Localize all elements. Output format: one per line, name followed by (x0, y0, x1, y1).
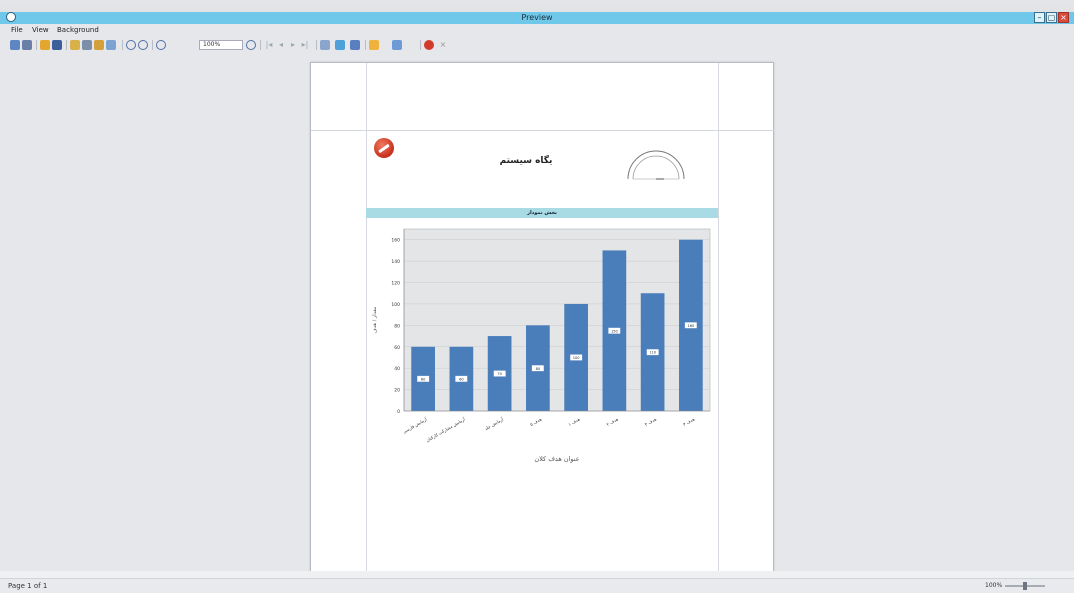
y-tick-label: 100 (391, 302, 400, 308)
horizontal-scrollbar[interactable] (0, 571, 1074, 578)
close-button[interactable]: × (1058, 12, 1069, 23)
folder-icon[interactable] (40, 40, 50, 50)
x-tick-label: آزمایش فارسی (402, 416, 428, 434)
toolbar-separator (122, 40, 123, 50)
y-tick-label: 80 (394, 323, 400, 329)
x-axis-title: عنوان هدف کلان (534, 455, 579, 463)
last-page-icon[interactable]: ▸| (300, 40, 310, 50)
disk-icon[interactable] (52, 40, 62, 50)
data-label: 110 (649, 351, 657, 355)
minimize-button[interactable]: – (1034, 12, 1045, 23)
report-title: یگاه سیستم (499, 156, 553, 166)
preview-window: Preview – ▢ × File View Background 100% … (0, 0, 1074, 593)
document-icon[interactable] (350, 40, 360, 50)
menu-file[interactable]: File (11, 25, 23, 35)
menu-background[interactable]: Background (57, 25, 99, 35)
zoom-combo[interactable]: 100% (199, 40, 243, 50)
toolbar-separator (152, 40, 153, 50)
gauge-icon (627, 150, 685, 180)
zoom-in-icon[interactable] (138, 40, 148, 50)
y-tick-label: 60 (394, 345, 400, 351)
open-icon[interactable] (10, 40, 20, 50)
y-axis-title: مقدار / هدف (372, 306, 378, 333)
x-tick-label: هدف ۴ (644, 417, 657, 428)
first-page-icon[interactable]: |◂ (264, 40, 274, 50)
maximize-button[interactable]: ▢ (1046, 12, 1057, 23)
next-page-icon[interactable]: ▸ (288, 40, 298, 50)
zoom-percent: 100% (985, 582, 1003, 589)
x-tick-label: هدف ۲ (606, 417, 619, 428)
data-label: 60 (459, 377, 464, 381)
menu-view[interactable]: View (32, 25, 49, 35)
print-icon[interactable] (70, 40, 80, 50)
window-title: Preview (521, 13, 553, 22)
data-label: 80 (536, 367, 541, 371)
header-guide (311, 130, 775, 131)
x-tick-label: آزمایش جلد (484, 416, 505, 431)
data-label: 60 (421, 377, 426, 381)
x-tick-label: هدف ۳ (682, 417, 695, 428)
toolbar-separator (66, 40, 67, 50)
zoom-out-icon[interactable] (156, 40, 166, 50)
send-icon[interactable] (106, 40, 116, 50)
toolbar-separator (365, 40, 366, 50)
toolbar-separator (260, 40, 261, 50)
title-bar: Preview – ▢ × (0, 0, 1074, 24)
page-indicator: Page 1 of 1 (8, 582, 48, 590)
watermark-icon[interactable] (335, 40, 345, 50)
x-tick-label: هدف ۵ (529, 417, 542, 428)
email-icon[interactable] (392, 40, 402, 50)
menu-bar: File View Background (0, 25, 1074, 35)
data-label: 150 (611, 329, 619, 333)
stop-icon[interactable] (424, 40, 434, 50)
toolbar: 100% |◂ ◂ ▸ ▸| × (0, 37, 1074, 53)
y-tick-label: 20 (394, 388, 400, 394)
page-setup-icon[interactable] (320, 40, 330, 50)
prev-page-icon[interactable]: ◂ (276, 40, 286, 50)
toolbar-separator (316, 40, 317, 50)
export-pdf-icon[interactable] (369, 40, 379, 50)
close-icon[interactable]: × (438, 40, 448, 50)
y-tick-label: 0 (397, 409, 400, 415)
y-tick-label: 140 (391, 259, 400, 265)
data-label: 160 (687, 324, 695, 328)
printer-icon[interactable] (82, 40, 92, 50)
status-bar: Page 1 of 1 100% (0, 578, 1074, 593)
y-tick-label: 120 (391, 281, 400, 287)
export-icon[interactable] (94, 40, 104, 50)
toolbar-separator (420, 40, 421, 50)
zoom-slider-thumb[interactable] (1023, 582, 1027, 590)
bar-chart: 0 20 40 60 80 100 120 140 160 60 آزمایش فارسی 60 آزم… (372, 228, 711, 463)
magnifier-icon[interactable] (246, 40, 256, 50)
data-label: 100 (573, 356, 581, 360)
x-tick-label: هدف ۱ (567, 417, 580, 428)
y-tick-label: 160 (391, 238, 400, 244)
toolbar-separator (36, 40, 37, 50)
refresh-icon[interactable] (126, 40, 136, 50)
report-page: یگاه سیستم بخش نمودار 0 20 40 60 80 100 120 140… (310, 62, 775, 578)
report-logo (374, 138, 394, 158)
section-header: بخش نمودار (366, 208, 718, 218)
margin-guide-right (718, 63, 719, 578)
y-tick-label: 40 (394, 366, 400, 372)
x-tick-label: آزمایش مشارکت کارکنان (425, 416, 466, 443)
save-icon[interactable] (22, 40, 32, 50)
data-label: 70 (497, 372, 502, 376)
